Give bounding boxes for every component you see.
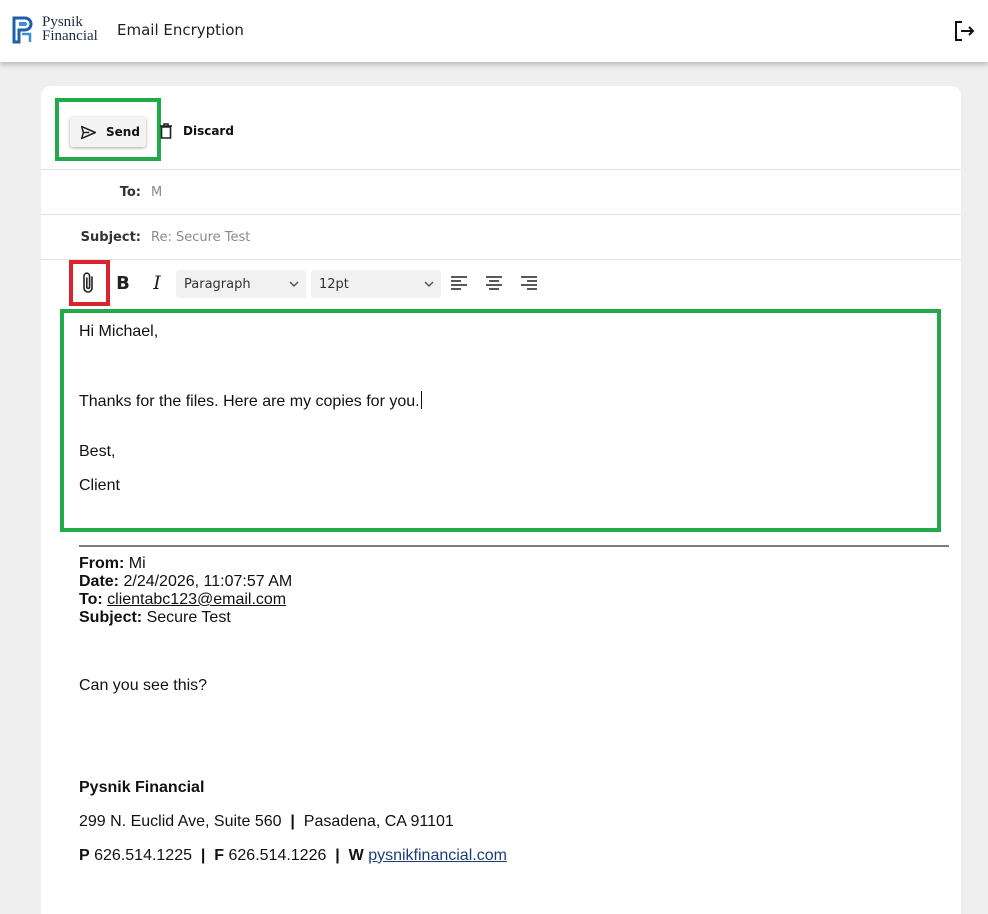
to-input[interactable]: M: [151, 185, 162, 200]
send-button[interactable]: Send: [70, 117, 146, 147]
body-line[interactable]: Thanks for the files. Here are my copies…: [79, 391, 422, 411]
body-signoff[interactable]: Best,: [79, 443, 115, 461]
discard-button[interactable]: Discard: [159, 123, 234, 139]
block-format-value: Paragraph: [184, 276, 251, 292]
quoted-date-label: Date:: [79, 573, 120, 590]
web-label: W: [348, 847, 364, 864]
signature-separator: |: [335, 847, 340, 864]
quoted-to-label: To:: [79, 591, 103, 608]
quoted-subject-value: Secure Test: [146, 609, 231, 626]
chevron-down-icon: [289, 281, 299, 288]
align-left-icon[interactable]: [450, 274, 468, 292]
quoted-date: Date: 2/24/2026, 11:07:57 AM: [79, 573, 292, 591]
quoted-to: To: clientabc123@email.com: [79, 591, 286, 609]
signature-separator: |: [290, 813, 295, 830]
quoted-date-value: 2/24/2026, 11:07:57 AM: [123, 573, 293, 590]
body-name[interactable]: Client: [79, 477, 120, 495]
body-highlight: [60, 309, 941, 532]
logo-line-1: Pysnik: [42, 14, 83, 30]
format-toolbar: B I Paragraph 12pt: [41, 260, 961, 308]
compose-card: Send Discard To: M Subject: Re: Secure T…: [41, 86, 961, 914]
block-format-select[interactable]: Paragraph: [176, 270, 306, 298]
italic-button[interactable]: I: [146, 272, 168, 294]
quoted-from-label: From:: [79, 555, 125, 572]
align-center-icon[interactable]: [485, 274, 503, 292]
app-title: Email Encryption: [117, 21, 244, 39]
align-right-icon[interactable]: [520, 274, 538, 292]
signature-company: Pysnik Financial: [79, 779, 205, 796]
quote-divider: [79, 545, 949, 547]
send-label: Send: [106, 125, 140, 139]
quoted-message: Can you see this?: [79, 677, 208, 694]
quoted-to-email-link[interactable]: clientabc123@email.com: [107, 591, 286, 608]
quoted-subject-label: Subject:: [79, 609, 143, 626]
logo-wordmark: Pysnik Financial: [42, 14, 98, 44]
quoted-subject: Subject: Secure Test: [79, 609, 231, 627]
top-bar: Pysnik Financial Email Encryption: [0, 0, 988, 62]
subject-input[interactable]: Re: Secure Test: [151, 230, 250, 245]
signature-address: 299 N. Euclid Ave, Suite 560 | Pasadena,…: [79, 813, 454, 831]
website-link[interactable]: pysnikfinancial.com: [368, 847, 507, 864]
paperclip-icon[interactable]: [79, 271, 99, 295]
subject-field-row[interactable]: Subject: Re: Secure Test: [41, 215, 961, 260]
quoted-from: From: Mi: [79, 555, 146, 573]
send-icon: [80, 125, 97, 139]
font-size-value: 12pt: [319, 276, 349, 292]
subject-label: Subject:: [80, 230, 141, 245]
phone-label: P: [79, 847, 90, 864]
logout-icon[interactable]: [952, 19, 976, 43]
phone-value: 626.514.1225: [94, 847, 192, 864]
pysnik-logo-mark-icon: [12, 16, 33, 44]
chevron-down-icon: [424, 281, 434, 288]
to-label: To:: [119, 185, 141, 200]
signature-separator: |: [200, 847, 206, 864]
discard-label: Discard: [183, 124, 234, 138]
body-line-text: Thanks for the files. Here are my copies…: [79, 393, 420, 410]
font-size-select[interactable]: 12pt: [311, 270, 441, 298]
trash-icon: [160, 123, 172, 139]
fax-value: 626.514.1226: [228, 847, 327, 864]
fax-label: F: [214, 847, 225, 864]
bold-button[interactable]: B: [112, 272, 134, 294]
quoted-from-value: Mi: [128, 555, 146, 572]
pysnik-logo[interactable]: Pysnik Financial: [12, 14, 102, 46]
signature-city: Pasadena, CA 91101: [303, 813, 454, 830]
compose-toolbar: Send Discard: [41, 86, 961, 170]
signature-contact: P 626.514.1225 | F 626.514.1226 | W pysn…: [79, 847, 507, 865]
signature-street: 299 N. Euclid Ave, Suite 560: [79, 813, 282, 830]
logo-line-2: Financial: [42, 28, 98, 44]
body-greeting[interactable]: Hi Michael,: [79, 323, 158, 341]
to-field-row[interactable]: To: M: [41, 170, 961, 215]
text-caret: [420, 391, 422, 409]
